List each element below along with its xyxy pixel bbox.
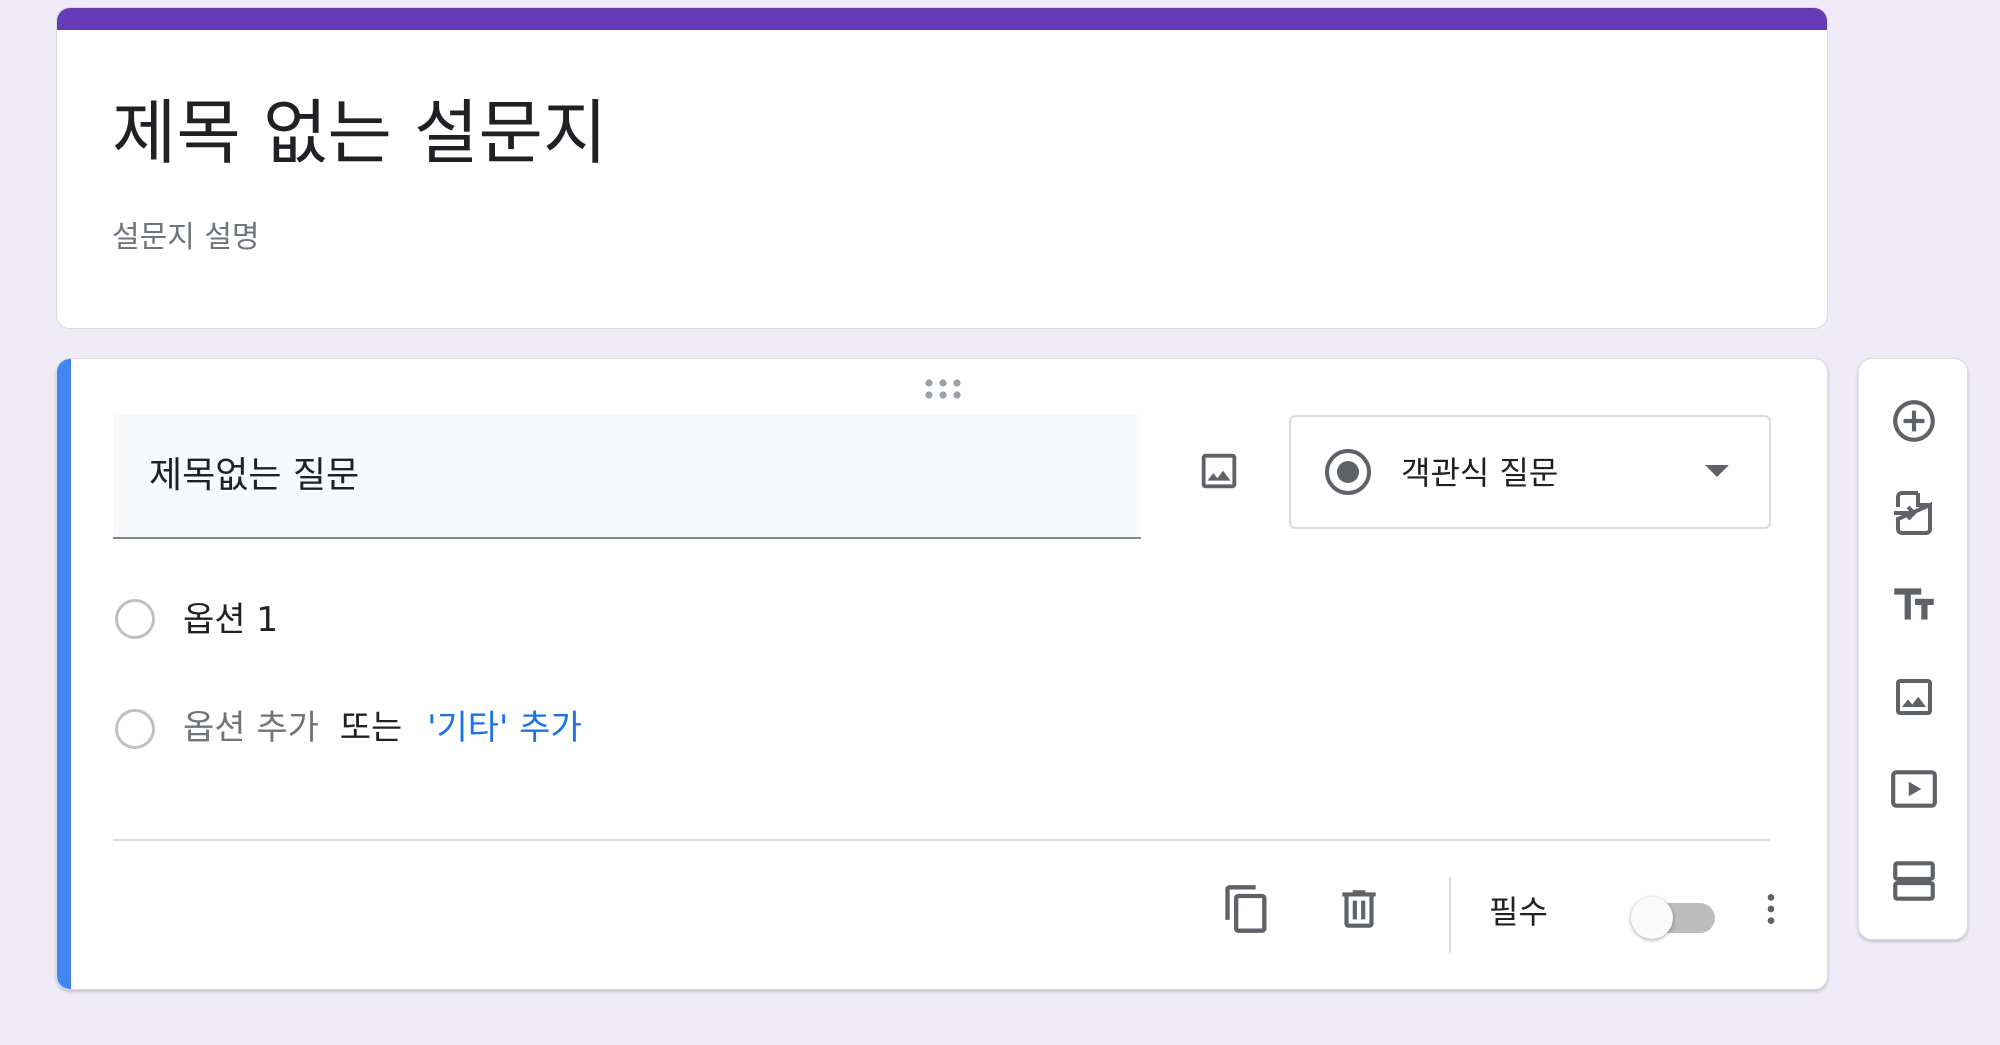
dropdown-arrow-icon: [1705, 465, 1729, 477]
add-option-row: 옵션 추가 또는 '기타' 추가: [183, 705, 582, 751]
side-toolbar: [1858, 358, 1968, 940]
add-circle-icon: [1893, 400, 1935, 442]
video-icon: [1891, 770, 1937, 808]
section-icon: [1893, 861, 1935, 901]
option-1-input[interactable]: 옵션 1: [183, 597, 278, 643]
add-question-button[interactable]: [1886, 393, 1942, 449]
question-title-text: 제목없는 질문: [149, 455, 360, 496]
add-section-button[interactable]: [1886, 853, 1942, 909]
theme-color-bar: [57, 8, 1827, 30]
footer-divider: [113, 839, 1771, 841]
form-description[interactable]: 설문지 설명: [112, 218, 260, 258]
add-title-description-button[interactable]: [1886, 577, 1942, 633]
add-video-button[interactable]: [1886, 761, 1942, 817]
trash-icon: [1342, 890, 1376, 928]
duplicate-button[interactable]: [1217, 879, 1277, 939]
question-card[interactable]: 제목없는 질문 객관식 질문 옵션 1 옵션 추가 또는 '기타' 추가 필수: [56, 358, 1828, 990]
add-question-image-button[interactable]: [1187, 439, 1251, 503]
toggle-thumb: [1631, 897, 1673, 939]
add-other-link[interactable]: '기타' 추가: [427, 708, 582, 748]
active-question-indicator: [57, 359, 71, 989]
image-icon: [1201, 453, 1237, 489]
form-title[interactable]: 제목 없는 설문지: [112, 88, 607, 178]
import-questions-button[interactable]: [1886, 485, 1942, 541]
more-options-button[interactable]: [1741, 879, 1801, 939]
required-label: 필수: [1489, 893, 1548, 931]
option-radio-icon: [115, 599, 155, 639]
drag-handle-icon[interactable]: [923, 377, 963, 401]
add-image-button[interactable]: [1886, 669, 1942, 725]
question-title-input[interactable]: 제목없는 질문: [113, 415, 1141, 539]
form-header-card: 제목 없는 설문지 설문지 설명: [56, 7, 1828, 329]
question-type-label: 객관식 질문: [1401, 454, 1559, 492]
more-vert-icon: [1767, 894, 1775, 924]
or-text: 또는: [339, 708, 403, 748]
add-option-input[interactable]: 옵션 추가: [183, 708, 319, 748]
text-fields-icon: [1894, 588, 1934, 620]
import-file-icon: [1894, 491, 1932, 535]
question-type-dropdown[interactable]: 객관식 질문: [1289, 415, 1771, 529]
footer-vertical-divider: [1449, 877, 1451, 953]
image-icon: [1896, 679, 1932, 715]
radio-button-checked-icon: [1325, 449, 1371, 495]
delete-button[interactable]: [1329, 879, 1389, 939]
option-radio-icon: [115, 709, 155, 749]
copy-icon: [1225, 885, 1267, 933]
required-toggle[interactable]: [1629, 891, 1719, 939]
